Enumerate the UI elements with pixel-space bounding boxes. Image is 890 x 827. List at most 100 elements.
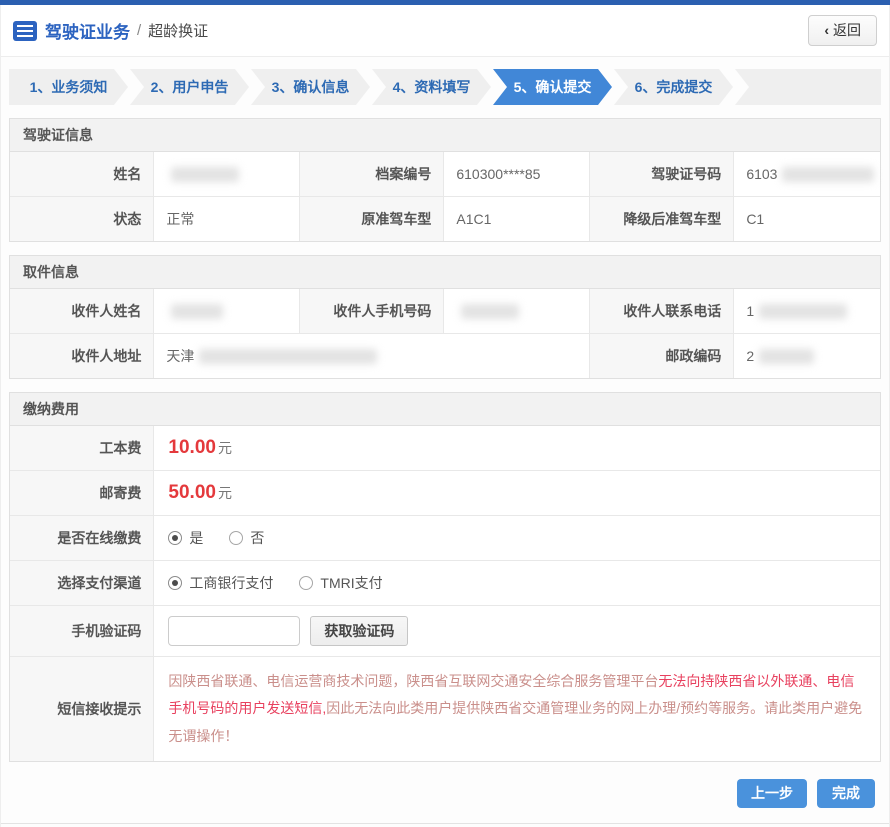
radio-option-label: 否 [250, 530, 265, 546]
online-payment-options: 是否 [154, 516, 880, 560]
section-title-pickup: 取件信息 [10, 256, 880, 289]
field-label: 原准驾车型 [299, 197, 445, 241]
mailing-fee-row: 邮寄费 50.00 元 [10, 471, 880, 516]
payment-channel-options: 工商银行支付 TMRI支付 [154, 561, 880, 605]
breadcrumb-separator: / [137, 22, 142, 39]
field-value-text: 正常 [166, 211, 195, 227]
field-label: 邮政编码 [590, 334, 735, 378]
step-4[interactable]: 4、资料填写 [372, 69, 491, 105]
redacted-text [461, 303, 520, 319]
redacted-text [759, 303, 848, 319]
field-value-text: 2 [746, 348, 755, 364]
field-label: 收件人联系电话 [589, 289, 735, 333]
page-bottom-divider [1, 822, 889, 827]
back-button-label: 返回 [833, 22, 861, 38]
sms-notice-row: 短信接收提示 因陕西省联通、电信运营商技术问题，陕西省互联网交通安全综合服务管理… [10, 657, 880, 761]
step-3[interactable]: 3、确认信息 [251, 69, 370, 105]
radio-unselected-icon[interactable] [229, 531, 244, 545]
chevron-left-icon: ‹ [824, 22, 829, 38]
field-value: A1C1 [444, 197, 590, 241]
field-label: 姓名 [10, 152, 155, 196]
footer-actions: 上一步 完成 [9, 778, 875, 808]
radio-option[interactable]: 工商银行支付 [168, 573, 273, 593]
field-value: 1 [734, 289, 880, 333]
finish-button[interactable]: 完成 [817, 778, 875, 808]
online-payment-row: 是否在线缴费 是否 [10, 516, 880, 561]
table-row: 收件人地址 天津 邮政编码 2 [10, 334, 880, 378]
license-info-table: 姓名 档案编号 610300****85 驾驶证号码 6103 状态 正常 原准驾车型 A1C1… [10, 152, 880, 241]
section-pickup-info: 取件信息 收件人姓名 收件人手机号码 收件人联系电话 1 收件人地址 天津 邮政编码 2 [9, 255, 881, 379]
field-label: 降级后准驾车型 [589, 197, 735, 241]
field-value: 610300****85 [444, 152, 590, 196]
section-license-info: 驾驶证信息 姓名 档案编号 610300****85 驾驶证号码 6103 状态 正常 原准驾… [9, 118, 881, 242]
field-value-text: C1 [746, 211, 765, 227]
field-value-text: A1C1 [456, 211, 492, 227]
production-fee-label: 工本费 [10, 426, 155, 470]
field-value: C1 [734, 197, 880, 241]
step-nav: 1、业务须知 2、用户申告 3、确认信息 4、资料填写 5、确认提交 6、完成提交 [9, 69, 881, 105]
field-label: 状态 [10, 197, 155, 241]
verification-code-row: 手机验证码 获取验证码 [10, 606, 880, 657]
step-6[interactable]: 6、完成提交 [614, 69, 733, 105]
field-value-text: 6103 [746, 166, 778, 182]
section-title-fees: 缴纳费用 [10, 393, 880, 426]
pickup-info-table: 收件人姓名 收件人手机号码 收件人联系电话 1 收件人地址 天津 邮政编码 2 [10, 289, 880, 378]
section-title-license: 驾驶证信息 [10, 119, 880, 152]
field-label: 收件人地址 [10, 334, 155, 378]
notice-segment: 因陕西省联通、电信运营商技术问题，陕西省互联网交通安全综合服务管理平台 [168, 673, 659, 689]
radio-option[interactable]: 否 [229, 528, 264, 548]
table-row: 状态 正常 原准驾车型 A1C1 降级后准驾车型 C1 [10, 197, 880, 241]
section-fees: 缴纳费用 工本费 10.00 元 邮寄费 50.00 元 是否在线缴费 是否 选… [9, 392, 881, 762]
field-value: 正常 [154, 197, 300, 241]
field-value-text: 天津 [166, 348, 195, 364]
list-icon [13, 20, 37, 41]
step-2[interactable]: 2、用户申告 [130, 69, 249, 105]
radio-option[interactable]: 是 [168, 528, 203, 548]
radio-option-label: 工商银行支付 [189, 575, 274, 591]
payment-channel-label: 选择支付渠道 [10, 561, 155, 605]
verification-code-label: 手机验证码 [10, 606, 155, 656]
table-row: 姓名 档案编号 610300****85 驾驶证号码 6103 [10, 152, 880, 197]
field-value: 6103 [734, 152, 880, 196]
field-label: 收件人姓名 [10, 289, 155, 333]
get-code-button[interactable]: 获取验证码 [310, 616, 409, 646]
step-1[interactable]: 1、业务须知 [9, 69, 128, 105]
field-value-text: 610300****85 [456, 166, 541, 182]
back-button[interactable]: ‹ 返回 [808, 15, 877, 46]
online-payment-label: 是否在线缴费 [10, 516, 155, 560]
payment-channel-row: 选择支付渠道 工商银行支付 TMRI支付 [10, 561, 880, 606]
table-row: 收件人姓名 收件人手机号码 收件人联系电话 1 [10, 289, 880, 334]
step-5[interactable]: 5、确认提交 [493, 69, 612, 105]
production-fee-amount: 10.00 [168, 437, 216, 458]
redacted-text [782, 166, 875, 182]
radio-selected-icon[interactable] [168, 576, 183, 590]
page-container: 驾驶证业务 / 超龄换证 ‹ 返回 1、业务须知 2、用户申告 3、确认信息 4、资料填… [0, 5, 890, 827]
mailing-fee-unit: 元 [217, 485, 232, 501]
sms-notice-label: 短信接收提示 [10, 657, 155, 761]
sms-notice-text: 因陕西省联通、电信运营商技术问题，陕西省互联网交通安全综合服务管理平台无法向持陕… [154, 657, 880, 761]
field-value [154, 289, 300, 333]
field-label: 驾驶证号码 [589, 152, 735, 196]
field-value [444, 289, 590, 333]
production-fee-unit: 元 [217, 440, 232, 456]
radio-option-label: 是 [189, 530, 204, 546]
field-label: 收件人手机号码 [299, 289, 445, 333]
step-nav-filler [735, 69, 881, 105]
verification-code-input[interactable] [168, 616, 301, 646]
field-value-text: 1 [746, 303, 755, 319]
redacted-text [171, 166, 240, 182]
radio-selected-icon[interactable] [168, 531, 183, 545]
radio-option-label: TMRI支付 [320, 575, 383, 591]
field-label: 档案编号 [299, 152, 445, 196]
mailing-fee-label: 邮寄费 [10, 471, 155, 515]
radio-unselected-icon[interactable] [299, 576, 314, 590]
page-header: 驾驶证业务 / 超龄换证 ‹ 返回 [1, 5, 889, 57]
field-value [154, 152, 300, 196]
previous-step-button[interactable]: 上一步 [737, 778, 807, 808]
radio-option[interactable]: TMRI支付 [299, 573, 383, 593]
redacted-text [171, 303, 224, 319]
field-value: 2 [734, 334, 880, 378]
page-title: 超龄换证 [148, 23, 209, 40]
redacted-text [759, 348, 815, 364]
field-value: 天津 [154, 334, 590, 378]
